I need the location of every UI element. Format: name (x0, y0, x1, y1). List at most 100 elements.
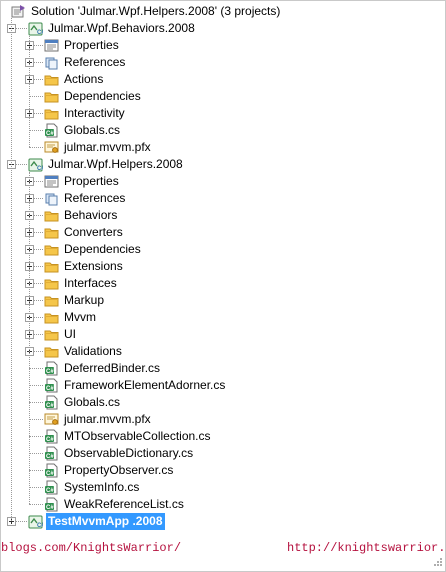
tree-item-label: Actions (64, 72, 104, 86)
tree-item[interactable]: References (1, 54, 445, 71)
tree-item[interactable]: C# Globals.cs (1, 122, 445, 139)
tree-connector (34, 266, 43, 267)
folder-icon (44, 245, 59, 256)
tree-connector (29, 130, 43, 131)
tree-item[interactable]: Interfaces (1, 275, 445, 292)
tree-item[interactable]: Validations (1, 343, 445, 360)
tree-item-label: Julmar.Wpf.Behaviors.2008 (48, 21, 195, 35)
tree-item[interactable]: Dependencies (1, 88, 445, 105)
tree-item[interactable]: C# WeakReferenceList.cs (1, 496, 445, 513)
tree-item-project[interactable]: C#TestMvvmApp .2008 (1, 513, 445, 530)
tree-item[interactable]: Properties (1, 173, 445, 190)
tree-item-label: Solution 'Julmar.Wpf.Helpers.2008' (3 pr… (31, 4, 281, 18)
tree-connector (34, 198, 43, 199)
tree-connector (29, 487, 43, 488)
tree-item-project[interactable]: C# Julmar.Wpf.Helpers.2008 (1, 156, 445, 173)
tree-item[interactable]: julmar.mvvm.pfx (1, 411, 445, 428)
tree-item-label: Markup (64, 293, 105, 307)
svg-text:C#: C# (37, 523, 43, 529)
svg-text:C#: C# (46, 454, 54, 460)
tree-item-label: DeferredBinder.cs (64, 361, 161, 375)
tree-item-label: FrameworkElementAdorner.cs (64, 378, 226, 392)
folder-icon (44, 262, 59, 273)
tree-item-project[interactable]: C# Julmar.Wpf.Behaviors.2008 (1, 20, 445, 37)
tree-item-label: julmar.mvvm.pfx (64, 412, 151, 426)
folder-icon (44, 313, 59, 324)
tree-connector (11, 18, 12, 521)
csharp-file-icon: C# (45, 497, 58, 512)
tree-item[interactable]: References (1, 190, 445, 207)
svg-text:C#: C# (46, 505, 54, 511)
folder-icon (44, 109, 59, 120)
csharp-file-icon: C# (45, 378, 58, 393)
svg-text:C#: C# (46, 131, 54, 137)
tree-item[interactable]: C# DeferredBinder.cs (1, 360, 445, 377)
tree-item[interactable]: Properties (1, 37, 445, 54)
tree-item-label: MTObservableCollection.cs (64, 429, 211, 443)
watermark: blogs.com/KnightsWarrior/ http://knights… (1, 541, 445, 559)
tree-connector (29, 172, 30, 504)
tree-connector (34, 249, 43, 250)
project-icon: C# (28, 22, 43, 36)
tree-item[interactable]: Actions (1, 71, 445, 88)
tree-item[interactable]: Converters (1, 224, 445, 241)
properties-icon (44, 39, 59, 52)
folder-icon (44, 296, 59, 307)
tree-item-label: UI (64, 327, 76, 341)
tree-item[interactable]: Dependencies (1, 241, 445, 258)
tree-connector (34, 232, 43, 233)
tree-connector (29, 96, 43, 97)
tree-connector (34, 283, 43, 284)
folder-icon (44, 347, 59, 358)
project-icon: C# (28, 515, 43, 529)
tree-item-label: Dependencies (64, 89, 141, 103)
tree-connector (34, 181, 43, 182)
tree-item[interactable]: Interactivity (1, 105, 445, 122)
tree-item-label: Interactivity (64, 106, 125, 120)
tree-item[interactable]: Mvvm (1, 309, 445, 326)
csharp-file-icon: C# (45, 361, 58, 376)
tree-item-label: Validations (64, 344, 122, 358)
tree-item-label: Globals.cs (64, 123, 121, 137)
tree-item-label: References (64, 55, 126, 69)
tree-connector (29, 470, 43, 471)
tree-item[interactable]: C# SystemInfo.cs (1, 479, 445, 496)
folder-icon (44, 330, 59, 341)
tree-item-label: Extensions (64, 259, 123, 273)
tree-item-label: Converters (64, 225, 123, 239)
folder-icon (44, 75, 59, 86)
folder-icon (44, 211, 59, 222)
tree-item-label: julmar.mvvm.pfx (64, 140, 151, 154)
tree-connector (34, 62, 43, 63)
tree-item[interactable]: C# PropertyObserver.cs (1, 462, 445, 479)
tree-item[interactable]: Behaviors (1, 207, 445, 224)
tree-item-label: WeakReferenceList.cs (64, 497, 184, 511)
tree-item[interactable]: C# ObservableDictionary.cs (1, 445, 445, 462)
tree-item[interactable]: C# Globals.cs (1, 394, 445, 411)
project-icon: C# (28, 158, 43, 172)
tree-item[interactable]: Markup (1, 292, 445, 309)
csharp-file-icon: C# (45, 429, 58, 444)
tree-connector (29, 453, 43, 454)
tree-item[interactable]: C# FrameworkElementAdorner.cs (1, 377, 445, 394)
tree-item-label: Properties (64, 38, 119, 52)
tree-item[interactable]: C# MTObservableCollection.cs (1, 428, 445, 445)
solution-explorer-panel: Solution 'Julmar.Wpf.Helpers.2008' (3 pr… (0, 0, 446, 572)
svg-text:C#: C# (46, 437, 54, 443)
tree-connector (34, 317, 43, 318)
solution-icon (11, 5, 25, 18)
resize-grip-icon[interactable] (429, 555, 443, 569)
tree-item[interactable]: UI (1, 326, 445, 343)
tree-item-label: References (64, 191, 126, 205)
csharp-file-icon: C# (45, 395, 58, 410)
tree-item-label: SystemInfo.cs (64, 480, 140, 494)
properties-icon (44, 175, 59, 188)
tree-item-solution[interactable]: Solution 'Julmar.Wpf.Helpers.2008' (3 pr… (1, 3, 445, 20)
tree-item[interactable]: julmar.mvvm.pfx (1, 139, 445, 156)
tree-connector (34, 215, 43, 216)
csharp-file-icon: C# (45, 480, 58, 495)
tree-connector (29, 419, 43, 420)
svg-text:C#: C# (46, 488, 54, 494)
tree-item[interactable]: Extensions (1, 258, 445, 275)
folder-icon (44, 279, 59, 290)
